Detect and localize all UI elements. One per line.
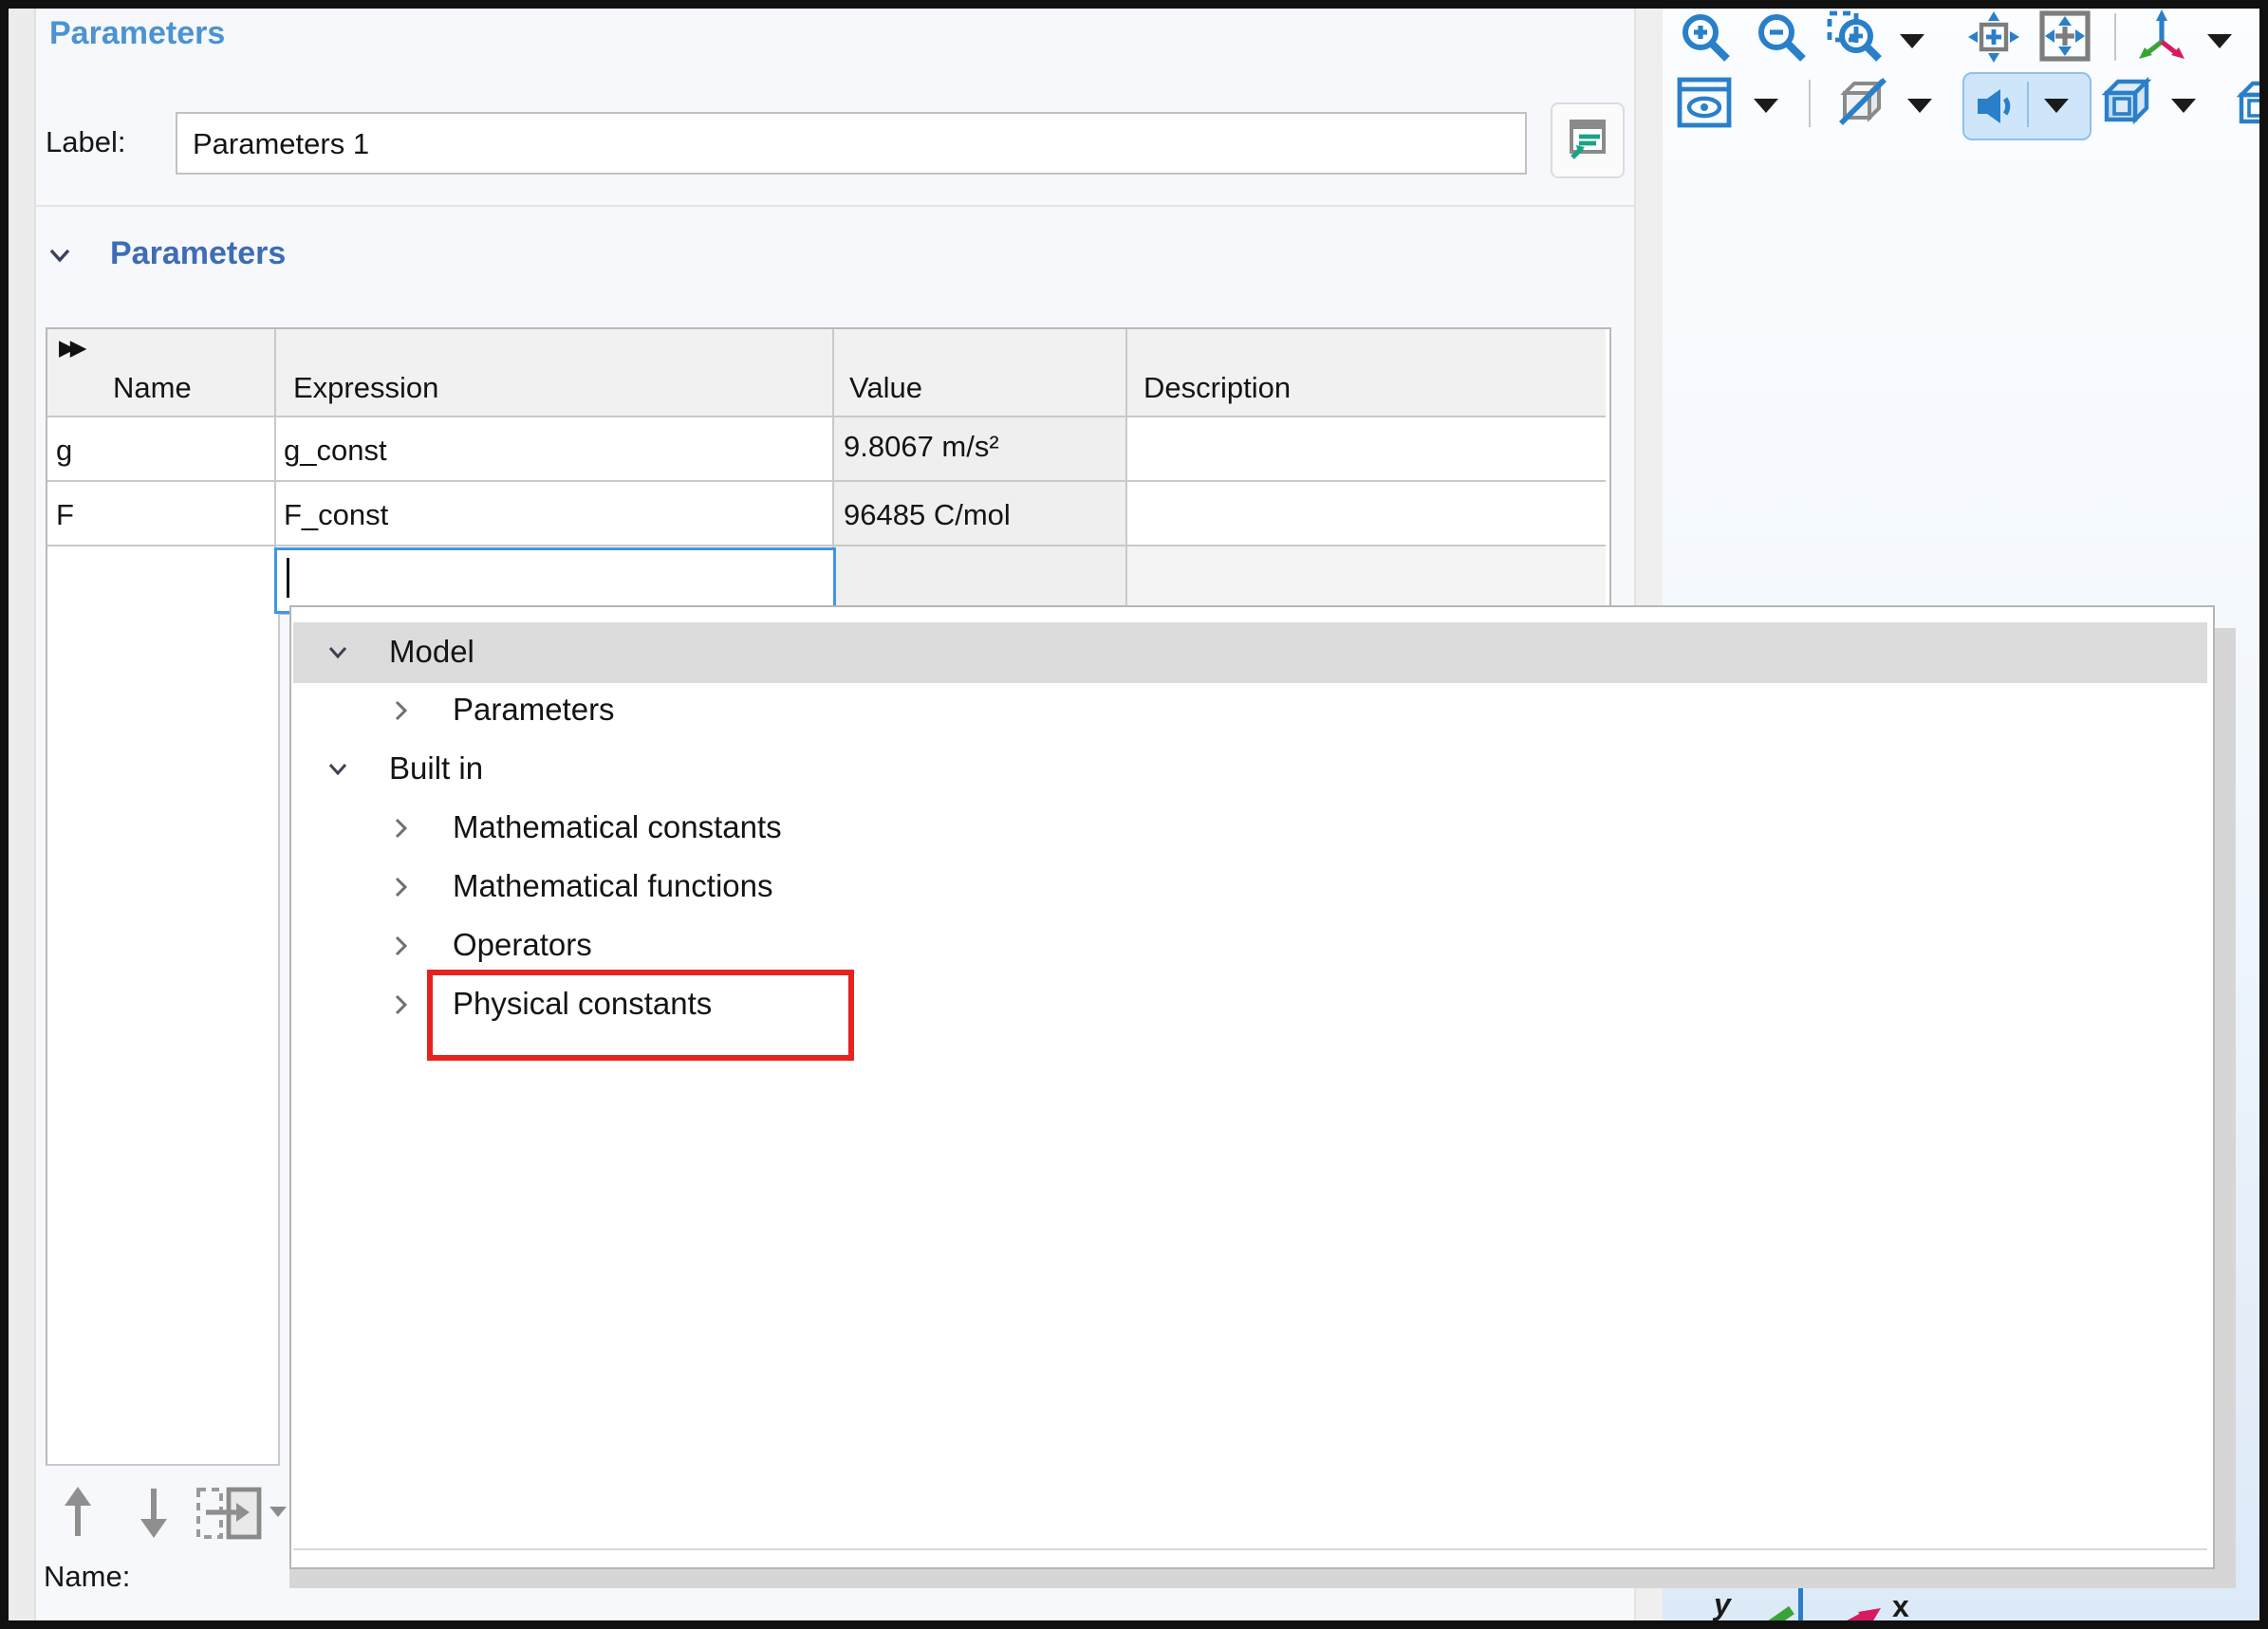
suggestion-popup: Model Parameters Built in Mathematical c… (289, 605, 2215, 1569)
sound-toggle-button[interactable] (1962, 72, 2091, 140)
tree-item-label: Parameters (453, 692, 615, 728)
scene-light-dropdown-icon[interactable] (1754, 99, 1778, 113)
chevron-down-icon[interactable] (324, 639, 352, 667)
text-caret (287, 558, 289, 598)
popup-inner-border (293, 1548, 2207, 1550)
section-collapse-chevron-icon[interactable] (44, 239, 76, 271)
rename-label-icon (1564, 116, 1609, 161)
col-header-description[interactable]: Description (1143, 371, 1291, 405)
toolbar-separator (2114, 13, 2116, 61)
move-to-dropdown-icon[interactable] (270, 1507, 287, 1517)
section-title: Parameters (110, 235, 286, 272)
move-to-button[interactable] (195, 1486, 269, 1541)
cell-name[interactable]: F (56, 498, 74, 532)
tree-item-parameters[interactable]: Parameters (293, 681, 2207, 740)
row-divider (47, 545, 1606, 546)
annotation-highlight-box (427, 970, 854, 1061)
new-row-desc-shade (1127, 546, 1606, 609)
tree-item-operators[interactable]: Operators (293, 916, 2207, 975)
col-header-expression[interactable]: Expression (293, 371, 438, 405)
tree-item-built-in[interactable]: Built in (293, 740, 2207, 799)
chevron-right-icon[interactable] (386, 873, 415, 901)
settings-scrollbar[interactable] (9, 9, 36, 1620)
move-columns-icon[interactable]: ▶▶ (59, 335, 81, 361)
tree-item-model[interactable]: Model (293, 622, 2207, 683)
label-input[interactable]: Parameters 1 (176, 112, 1527, 175)
label-field-label: Label: (46, 125, 125, 159)
cell-expression[interactable]: g_const (284, 434, 387, 468)
sound-dropdown-icon[interactable] (2044, 99, 2069, 113)
orbit-cube-dropdown-icon[interactable] (2171, 99, 2196, 113)
chevron-right-icon[interactable] (386, 814, 415, 842)
view-axes-button[interactable] (2133, 8, 2188, 63)
zoom-box-button[interactable] (1826, 9, 1887, 66)
table-header-row (47, 329, 1606, 417)
scene-light-button[interactable] (1676, 76, 1733, 131)
app-window: Parameters Label: Parameters 1 Parameter… (0, 0, 2268, 1629)
zoom-in-button[interactable] (1680, 11, 1733, 65)
move-up-button[interactable] (57, 1483, 99, 1542)
view-axes-dropdown-icon[interactable] (2207, 34, 2232, 48)
move-down-button[interactable] (133, 1483, 175, 1542)
clipped-toolbar-icon[interactable] (2234, 76, 2260, 131)
tree-item-label: Operators (453, 927, 592, 963)
col-header-value[interactable]: Value (849, 371, 922, 405)
tree-item-label: Mathematical functions (453, 868, 773, 904)
cell-name[interactable]: g (56, 434, 72, 468)
cell-value: 96485 C/mol (844, 498, 1011, 532)
tree-item-mathematical-functions[interactable]: Mathematical functions (293, 858, 2207, 916)
header-separator (34, 205, 1636, 207)
axis-y-arrow-icon (1738, 1606, 1795, 1629)
tree-item-label: Built in (389, 750, 483, 787)
label-input-value: Parameters 1 (193, 127, 369, 161)
toolbar-separator (1809, 80, 1811, 127)
transparency-button[interactable] (1835, 74, 1894, 133)
tree-item-mathematical-constants[interactable]: Mathematical constants (293, 799, 2207, 858)
col-divider (1125, 329, 1127, 609)
row-divider (47, 480, 1606, 482)
speaker-icon (1974, 83, 2019, 129)
cell-value: 9.8067 m/s² (844, 430, 999, 464)
zoom-extents-button[interactable] (2036, 8, 2093, 65)
chevron-down-icon[interactable] (324, 755, 352, 784)
transparency-dropdown-icon[interactable] (1907, 99, 1932, 113)
tree-item-label: Mathematical constants (453, 809, 782, 845)
table-empty-area[interactable] (46, 611, 280, 1466)
axis-x-arrow-icon (1820, 1608, 1881, 1629)
chevron-right-icon[interactable] (386, 990, 415, 1019)
axis-x-label: x (1892, 1589, 1909, 1624)
col-header-name[interactable]: Name (113, 371, 192, 405)
footer-name-label: Name: (44, 1560, 130, 1594)
cell-expression[interactable]: F_const (284, 498, 388, 532)
page-title: Parameters (49, 15, 225, 52)
label-options-button[interactable] (1551, 102, 1625, 178)
tree-item-label: Model (389, 634, 474, 670)
axis-y-label: y (1714, 1587, 1731, 1622)
zoom-box-dropdown-icon[interactable] (1900, 34, 1924, 48)
orbit-cube-button[interactable] (2099, 74, 2156, 131)
split-divider (2027, 82, 2029, 127)
chevron-right-icon[interactable] (386, 932, 415, 960)
zoom-out-button[interactable] (1756, 11, 1809, 65)
expression-edit-cell[interactable] (274, 547, 836, 614)
chevron-right-icon[interactable] (386, 696, 415, 725)
zoom-to-selection-button[interactable] (1966, 9, 2021, 65)
